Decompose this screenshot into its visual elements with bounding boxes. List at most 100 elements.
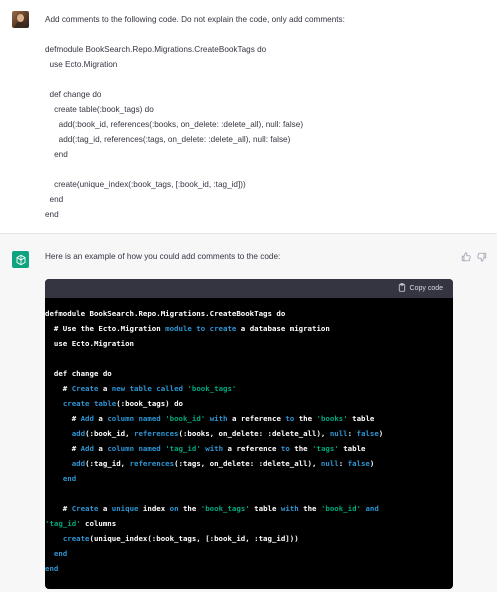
code-token: create xyxy=(209,324,237,333)
code-token: (:tag_id, xyxy=(85,459,130,468)
code-line: # Create a new table called 'book_tags' xyxy=(45,381,453,396)
code-token: (:book_id, xyxy=(85,429,135,438)
code-token: a database migration xyxy=(236,324,330,333)
code-token: # xyxy=(45,444,81,453)
assistant-message: Here is an example of how you could add … xyxy=(0,234,497,592)
code-token: add xyxy=(71,459,86,468)
code-line: end xyxy=(45,471,453,486)
code-token: the xyxy=(298,504,321,513)
code-token: the xyxy=(178,504,201,513)
code-line: 'tag_id' columns xyxy=(45,516,453,531)
avatar-face xyxy=(17,14,24,22)
thumbs-down-icon[interactable] xyxy=(476,251,488,263)
code-token: unique xyxy=(111,504,139,513)
user-text-line xyxy=(45,27,485,42)
code-line: add(:tag_id, references(:tags, on_delete… xyxy=(45,456,453,471)
code-block: Copy code defmodule BookSearch.Repo.Migr… xyxy=(45,279,453,589)
code-token: a reference xyxy=(223,444,281,453)
code-token: to xyxy=(280,444,290,453)
code-token: table xyxy=(93,399,117,408)
user-text-line: use Ecto.Migration xyxy=(45,60,118,69)
code-token: and xyxy=(365,504,379,513)
code-token: new xyxy=(111,384,126,393)
code-token: Add xyxy=(80,414,94,423)
code-token: references xyxy=(129,459,175,468)
code-token: table xyxy=(249,504,281,513)
copy-code-label: Copy code xyxy=(409,285,443,292)
code-line: # Use the Ecto.Migration module to creat… xyxy=(45,321,453,336)
code-token: 'book_tags' xyxy=(200,504,250,513)
code-token: false xyxy=(356,429,379,438)
code-token: a xyxy=(98,504,112,513)
thumbs-up-icon[interactable] xyxy=(460,251,472,263)
code-token: 'tags' xyxy=(312,444,339,453)
code-content: defmodule BookSearch.Repo.Migrations.Cre… xyxy=(45,306,453,576)
code-token: to xyxy=(196,324,206,333)
code-token: table xyxy=(347,414,375,423)
code-token: to xyxy=(285,414,295,423)
code-token: create xyxy=(62,534,90,543)
user-text-line: end xyxy=(45,150,68,159)
user-text-line: end xyxy=(45,210,59,219)
code-token: defmodule BookSearch.Repo.Migrations.Cre… xyxy=(45,309,286,318)
code-token: end xyxy=(62,474,77,483)
code-token: 'tag_id' xyxy=(165,444,201,453)
code-token: the xyxy=(294,414,317,423)
code-line: end xyxy=(45,546,453,561)
user-text-line: create(unique_index(:book_tags, [:book_i… xyxy=(45,180,246,189)
code-token: ) xyxy=(378,429,384,438)
code-token: def change do xyxy=(45,369,112,378)
code-line: create(unique_index(:book_tags, [:book_i… xyxy=(45,531,453,546)
code-block-header: Copy code xyxy=(45,279,453,298)
code-token: with xyxy=(280,504,299,513)
code-line: def change do xyxy=(45,366,453,381)
code-token: 'books' xyxy=(316,414,348,423)
code-token: the xyxy=(289,444,313,453)
code-token: Add xyxy=(80,444,94,453)
code-token: a xyxy=(93,414,108,423)
code-token: 'book_id' xyxy=(320,504,361,513)
user-text-line: add(:tag_id, references(:tags, on_delete… xyxy=(45,135,291,144)
user-avatar xyxy=(12,11,29,28)
code-token: end xyxy=(45,564,59,573)
user-text-line xyxy=(45,162,485,177)
code-token: ) xyxy=(369,459,375,468)
code-token: a reference xyxy=(227,414,286,423)
code-token: add xyxy=(71,429,86,438)
code-token: with xyxy=(209,414,228,423)
code-token: null xyxy=(320,459,339,468)
code-token: called xyxy=(156,384,183,393)
code-token: Create xyxy=(71,384,99,393)
code-line: # Create a unique index on the 'book_tag… xyxy=(45,501,453,516)
code-token: (:tags, on_delete: :delete_all), xyxy=(174,459,321,468)
code-line: defmodule BookSearch.Repo.Migrations.Cre… xyxy=(45,306,453,321)
code-token: end xyxy=(53,549,68,558)
user-text-line xyxy=(45,72,485,87)
copy-code-button[interactable]: Copy code xyxy=(398,283,443,294)
user-text-line: create table(:book_tags) do xyxy=(45,105,154,114)
code-token: : xyxy=(338,459,348,468)
clipboard-icon xyxy=(398,283,406,294)
code-token: named xyxy=(138,414,161,423)
code-token: column xyxy=(107,444,135,453)
user-text-line: add(:book_id, references(:books, on_dele… xyxy=(45,120,304,129)
code-token: column xyxy=(107,414,135,423)
user-message: Add comments to the following code. Do n… xyxy=(0,0,497,234)
code-token: : xyxy=(347,429,357,438)
user-message-text: Add comments to the following code. Do n… xyxy=(45,12,485,222)
code-token: use Ecto.Migration xyxy=(45,339,134,348)
user-text-line: def change do xyxy=(45,90,102,99)
code-line: # Add a column named 'book_id' with a re… xyxy=(45,411,453,426)
code-token: # xyxy=(45,384,72,393)
code-token: 'book_tags' xyxy=(187,384,237,393)
code-token: table xyxy=(338,444,366,453)
code-line: end xyxy=(45,561,453,576)
code-token: references xyxy=(134,429,179,438)
